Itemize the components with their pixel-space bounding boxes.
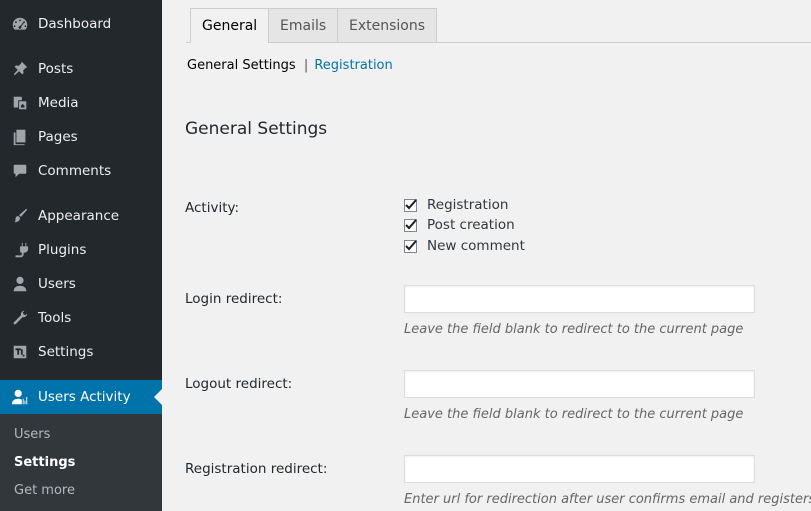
sidebar-item-label: Dashboard (38, 16, 112, 32)
sidebar-item-media[interactable]: Media (0, 86, 162, 120)
checkmark-icon (405, 218, 417, 229)
activity-label: Activity: (185, 200, 240, 216)
sidebar-item-label: Posts (38, 61, 74, 77)
active-indicator-arrow (154, 389, 162, 405)
login-redirect-input[interactable] (404, 285, 755, 313)
sidebar-item-appearance[interactable]: Appearance (0, 199, 162, 233)
submenu-item-settings[interactable]: Settings (14, 455, 75, 470)
submenu-item-users[interactable]: Users (14, 427, 50, 442)
login-redirect-hint: Leave the field blank to redirect to the… (404, 322, 744, 337)
sliders-icon (10, 342, 30, 362)
sidebar-item-label: Media (38, 95, 79, 111)
registration-checkbox[interactable] (404, 198, 417, 212)
sidebar-item-label: Settings (38, 344, 94, 360)
sidebar-item-plugins[interactable]: Plugins (0, 233, 162, 267)
activity-option-post-creation: Post creation (404, 217, 515, 233)
sidebar-item-users-activity[interactable]: Users Activity (0, 380, 162, 414)
dashboard-icon (10, 14, 30, 34)
login-redirect-label: Login redirect: (185, 291, 283, 307)
logout-redirect-input[interactable] (404, 370, 755, 398)
activity-option-new-comment: New comment (404, 238, 525, 254)
sidebar-item-users[interactable]: Users (0, 267, 162, 301)
tab-extensions[interactable]: Extensions (337, 8, 438, 43)
checkbox-label: Post creation (427, 217, 515, 233)
tab-general[interactable]: General (190, 8, 270, 43)
sidebar-item-label: Tools (38, 310, 72, 326)
wrench-icon (10, 308, 30, 328)
comment-icon (10, 161, 30, 181)
plug-icon (10, 240, 30, 260)
logout-redirect-label: Logout redirect: (185, 376, 293, 392)
page-title: General Settings (185, 119, 328, 139)
sidebar-item-label: Plugins (38, 242, 87, 258)
sidebar-item-label: Users Activity (38, 389, 131, 405)
sidebar-item-settings[interactable]: Settings (0, 335, 162, 369)
checkmark-icon (405, 239, 417, 250)
checkbox-label: Registration (427, 197, 509, 213)
logout-redirect-hint: Leave the field blank to redirect to the… (404, 407, 744, 422)
users-activity-icon (10, 387, 30, 407)
admin-sidebar: Dashboard Posts Media Pages Comments App… (0, 0, 162, 511)
submenu-item-get-more[interactable]: Get more (14, 483, 75, 498)
settings-subnav: General Settings | Registration (187, 58, 393, 73)
new-comment-checkbox[interactable] (404, 239, 417, 253)
sidebar-item-comments[interactable]: Comments (0, 154, 162, 188)
subnav-separator: | (303, 58, 309, 73)
sidebar-item-label: Users (38, 276, 76, 292)
registration-redirect-label: Registration redirect: (185, 461, 328, 477)
pin-icon (10, 59, 30, 79)
registration-redirect-hint: Enter url for redirection after user con… (404, 492, 811, 507)
media-icon (10, 93, 30, 113)
sidebar-submenu: Users Settings Get more (0, 414, 162, 511)
activity-option-registration: Registration (404, 197, 508, 213)
sidebar-item-label: Appearance (38, 208, 120, 224)
checkbox-label: New comment (427, 238, 525, 254)
sidebar-item-tools[interactable]: Tools (0, 301, 162, 335)
sidebar-item-dashboard[interactable]: Dashboard (0, 7, 162, 41)
tab-emails[interactable]: Emails (268, 8, 339, 43)
pages-icon (10, 127, 30, 147)
sidebar-item-label: Pages (38, 129, 78, 145)
user-icon (10, 274, 30, 294)
subnav-current: General Settings (187, 58, 296, 73)
brush-icon (10, 206, 30, 226)
checkmark-icon (405, 198, 417, 209)
subnav-link-registration[interactable]: Registration (314, 58, 392, 73)
registration-redirect-input[interactable] (404, 455, 755, 483)
sidebar-item-label: Comments (38, 163, 112, 179)
sidebar-item-posts[interactable]: Posts (0, 52, 162, 86)
post-creation-checkbox[interactable] (404, 218, 417, 232)
sidebar-item-pages[interactable]: Pages (0, 120, 162, 154)
